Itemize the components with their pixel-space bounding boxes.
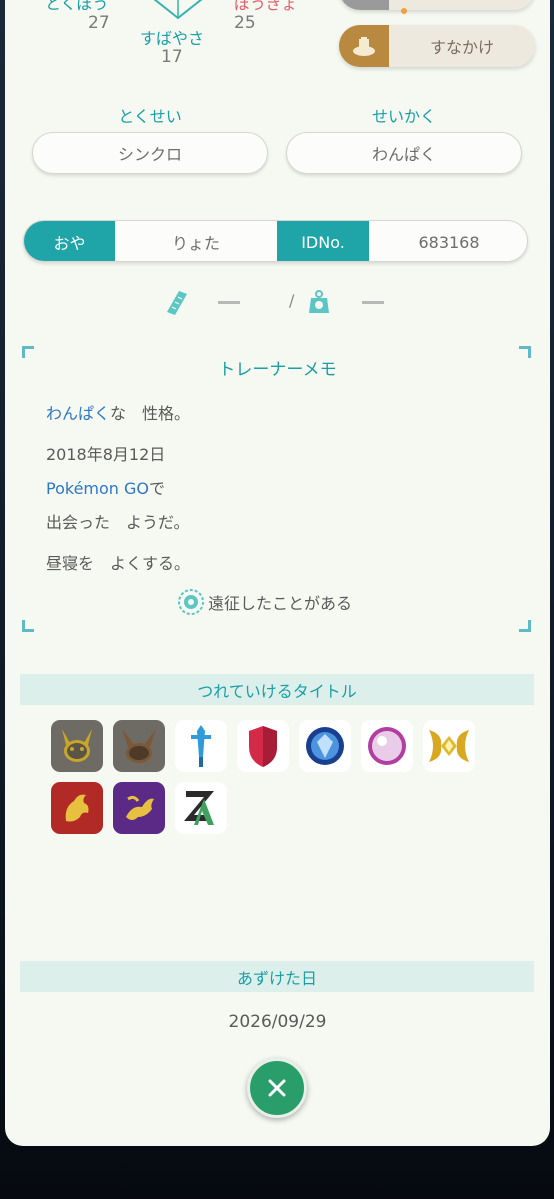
stats-radar-chart [153, 0, 203, 20]
memo-title: トレーナーメモ [218, 360, 337, 380]
memo-nature-highlight: わんぱく [46, 404, 111, 423]
pikachu-silhouette-icon[interactable] [51, 720, 103, 772]
ot-label: おや [24, 221, 115, 261]
move-type-icon [339, 0, 389, 10]
eevee-silhouette-icon[interactable] [113, 720, 165, 772]
memo-nature-line: わんぱくな 性格。 [46, 400, 190, 424]
deposit-header: あずけた日 [20, 961, 534, 992]
id-label: IDNo. [277, 221, 369, 261]
memo-corner-br [519, 620, 531, 632]
defense-stat-value: 25 [234, 13, 256, 33]
nature-header: せいかく [371, 107, 436, 126]
memo-characteristic: 昼寝を よくする。 [46, 554, 191, 573]
legends-za-ribbon-icon[interactable] [175, 782, 227, 834]
sapphire-ribbon-icon[interactable] [299, 720, 351, 772]
id-number: 683168 [418, 232, 480, 252]
memo-date: 2018年8月12日 [46, 445, 166, 464]
spdef-stat-value: 27 [88, 13, 110, 33]
deposit-date: 2026/09/29 [228, 1012, 327, 1032]
memo-met-line: 出会った ようだ。 [46, 513, 190, 532]
shield-ribbon-icon[interactable] [237, 720, 289, 772]
red-dragon-ribbon-icon[interactable] [51, 782, 103, 834]
close-button[interactable] [247, 1058, 307, 1118]
indicator-dot [401, 8, 407, 14]
nature-field[interactable]: わんぱく [286, 132, 522, 174]
close-icon [268, 1079, 286, 1097]
move-button-1[interactable] [339, 0, 535, 10]
ability-header: とくせい [118, 107, 182, 126]
memo-game-highlight: Pokémon GO [46, 479, 149, 498]
gold-crest-ribbon-icon[interactable] [423, 720, 475, 772]
memo-corner-bl [22, 620, 34, 632]
memo-nature-rest: な 性格。 [110, 404, 191, 423]
ot-name: りょた [171, 234, 220, 253]
expedition-text: 遠征したことがある [208, 594, 353, 613]
spdef-stat-label: とくぼう [45, 0, 109, 13]
expedition-badge: 遠征したことがある [178, 589, 352, 615]
move-button-sand-attack[interactable]: すなかけ [339, 25, 535, 67]
height-ruler-icon [167, 291, 187, 315]
purple-dragon-ribbon-icon[interactable] [113, 782, 165, 834]
sword-ribbon-icon[interactable] [175, 720, 227, 772]
height-value: — [218, 301, 240, 304]
memo-game-line: Pokémon GOで [46, 475, 165, 499]
defense-stat-label: ぼうぎょ [234, 0, 298, 13]
weight-value: — [362, 301, 384, 304]
trainer-info-bar: おや りょた IDNo. 683168 [23, 220, 528, 262]
memo-game-rest: で [149, 479, 166, 498]
sand-attack-icon [339, 25, 389, 67]
ability-field[interactable]: シンクロ [32, 132, 268, 174]
move-label-1 [389, 0, 535, 10]
move-label-sand-attack: すなかけ [429, 38, 494, 57]
measure-separator: / [289, 291, 295, 310]
expedition-icon [178, 589, 204, 615]
speed-stat-value: 17 [161, 47, 183, 67]
speed-stat-label: すばやさ [140, 29, 205, 48]
summary-card: とくぼう 27 すばやさ 17 ぼうぎょ 25 すなかけ とくせい シンクロ せ… [5, 0, 550, 1146]
titles-header: つれていけるタイトル [20, 674, 534, 705]
weight-scale-icon [309, 290, 329, 313]
pearl-ribbon-icon[interactable] [361, 720, 413, 772]
